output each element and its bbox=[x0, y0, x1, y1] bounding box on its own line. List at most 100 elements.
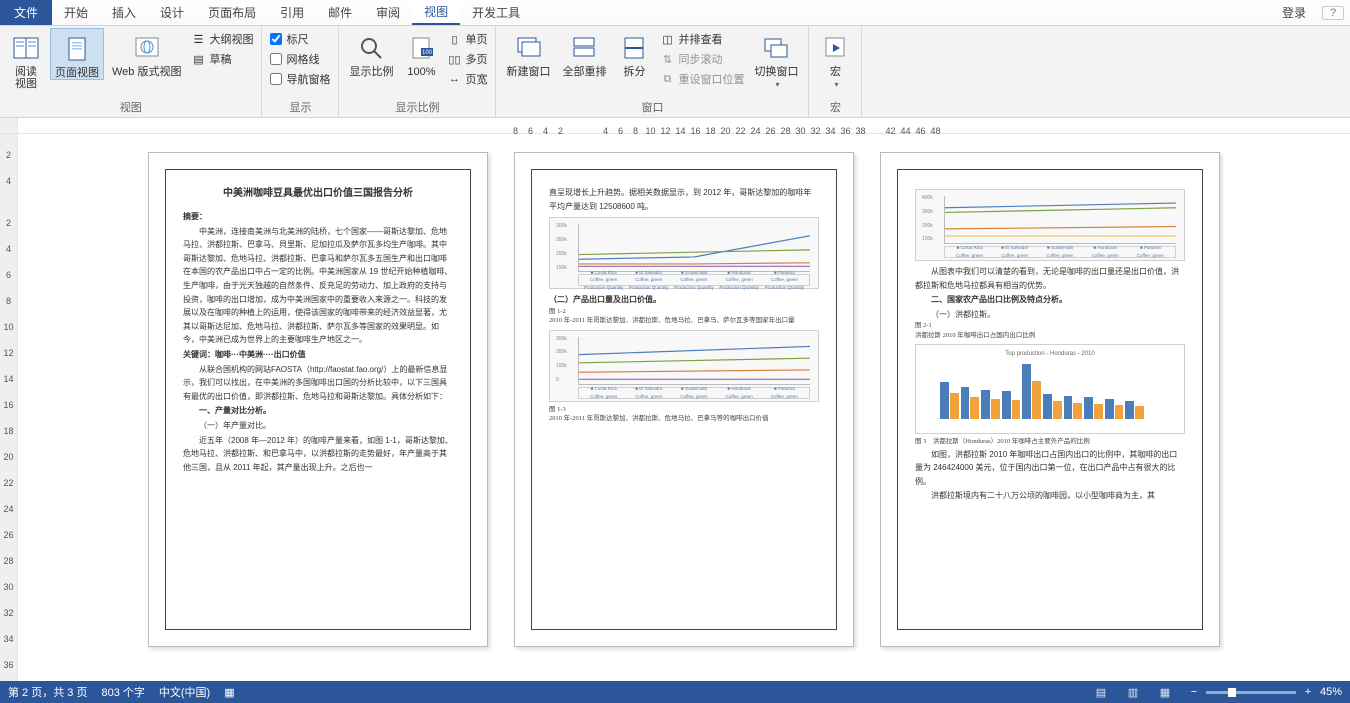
side-by-side-button[interactable]: ◫并排查看 bbox=[658, 30, 746, 48]
ruler-checkbox[interactable]: 标尺 bbox=[268, 30, 332, 48]
keywords: 咖啡···中美洲····出口价值 bbox=[215, 350, 306, 359]
split-button[interactable]: 拆分 bbox=[614, 28, 654, 78]
ruler-horizontal[interactable]: 8642468101214161820222426283032343638424… bbox=[0, 118, 1350, 134]
view-read-icon[interactable]: ▤ bbox=[1092, 685, 1110, 699]
sync-scroll-button[interactable]: ⇅同步滚动 bbox=[658, 50, 746, 68]
zoom-slider[interactable]: − + 45% bbox=[1188, 686, 1342, 698]
cap3a: 图 2-1 bbox=[915, 322, 1185, 330]
view-print-icon[interactable]: ▥ bbox=[1124, 685, 1142, 699]
zoom-100-icon: 100 bbox=[405, 32, 437, 64]
outline-view-button[interactable]: ☰ 大纲视图 bbox=[189, 30, 255, 48]
p1-para2: 从联合国机构的网站FAOSTA（http://faostat.fao.org/）… bbox=[183, 363, 453, 404]
navpane-checkbox[interactable]: 导航窗格 bbox=[268, 70, 332, 88]
status-lang[interactable]: 中文(中国) bbox=[159, 684, 210, 700]
zoom-out-button[interactable]: − bbox=[1188, 686, 1200, 698]
chart-1: 300k250k200k150k ■ Costa RicaCoffee, gre… bbox=[549, 217, 819, 289]
arrange-all-button[interactable]: 全部重排 bbox=[558, 28, 610, 78]
multi-page-button[interactable]: ▯▯多页 bbox=[445, 50, 489, 68]
zoom-value[interactable]: 45% bbox=[1320, 686, 1342, 698]
view-web-icon[interactable]: ▦ bbox=[1156, 685, 1174, 699]
zoom-label: 显示比例 bbox=[349, 66, 393, 78]
sign-in[interactable]: 登录 bbox=[1272, 4, 1316, 21]
page-width-icon: ↔ bbox=[447, 72, 461, 86]
group-views-label: 视图 bbox=[6, 97, 255, 117]
tab-review[interactable]: 审阅 bbox=[364, 0, 412, 25]
tab-view[interactable]: 视图 bbox=[412, 0, 460, 25]
doc-title: 中美洲咖啡豆具最优出口价值三国报告分析 bbox=[183, 185, 453, 202]
reset-pos-icon: ⧉ bbox=[660, 72, 674, 86]
macros-icon bbox=[819, 32, 851, 64]
status-bar: 第 2 页，共 3 页 803 个字 中文(中国) ▦ ▤ ▥ ▦ − + 45… bbox=[0, 681, 1350, 703]
p3-para3: 洪都拉斯境内有二十八万公顷的咖啡园，以小型咖啡商为主，其 bbox=[915, 489, 1185, 503]
gridlines-label: 网格线 bbox=[286, 51, 319, 67]
menu-bar: 文件 开始 插入 设计 页面布局 引用 邮件 审阅 视图 开发工具 登录 ? bbox=[0, 0, 1350, 26]
draft-label: 草稿 bbox=[209, 51, 231, 67]
group-views: 阅读 视图 页面视图 Web 版式视图 ☰ 大纲视图 ▤草稿 视图 bbox=[0, 26, 262, 117]
svg-text:100: 100 bbox=[422, 50, 433, 56]
zoom-100-button[interactable]: 100 100% bbox=[401, 28, 441, 78]
bar-chart-title: Top production - Honduras - 2010 bbox=[920, 349, 1180, 359]
side-by-side-label: 并排查看 bbox=[678, 31, 722, 47]
zoom-100-label: 100% bbox=[407, 66, 435, 78]
page-2: 直呈现增长上升趋势。据相关数据显示，到 2012 年，哥斯达黎加的咖啡年平均产量… bbox=[514, 152, 854, 647]
web-layout-button[interactable]: Web 版式视图 bbox=[108, 28, 185, 78]
p2-para1: 直呈现增长上升趋势。据相关数据显示，到 2012 年，哥斯达黎加的咖啡年平均产量… bbox=[549, 186, 819, 213]
document-canvas[interactable]: 中美洲咖啡豆具最优出口价值三国报告分析 摘要： 中美洲，连接南美洲与北美洲的陆桥… bbox=[18, 134, 1350, 681]
status-macro-icon[interactable]: ▦ bbox=[224, 686, 234, 699]
macros-button[interactable]: 宏▾ bbox=[815, 28, 855, 89]
zoom-track[interactable] bbox=[1206, 691, 1296, 694]
zoom-in-button[interactable]: + bbox=[1302, 686, 1314, 698]
ruler-label: 标尺 bbox=[286, 31, 308, 47]
page-width-button[interactable]: ↔页宽 bbox=[445, 70, 489, 88]
macros-label: 宏 bbox=[830, 66, 841, 78]
new-window-button[interactable]: 新建窗口 bbox=[502, 28, 554, 78]
p3-sec3-1: （一）洪都拉斯。 bbox=[915, 308, 1185, 322]
web-layout-label: Web 版式视图 bbox=[112, 66, 181, 78]
ruler-vertical[interactable]: 2424681012141618202224262830323436384042… bbox=[0, 134, 18, 681]
group-macros-label: 宏 bbox=[815, 97, 855, 117]
cap3b: 洪都拉斯 2010 年咖啡出口占国内出口比例 bbox=[915, 332, 1185, 340]
page-1: 中美洲咖啡豆具最优出口价值三国报告分析 摘要： 中美洲，连接南美洲与北美洲的陆桥… bbox=[148, 152, 488, 647]
keywords-label: 关键词： bbox=[183, 350, 215, 359]
p3-sec3: 二、国家农产品出口比例及特点分析。 bbox=[915, 293, 1185, 307]
ribbon: 阅读 视图 页面视图 Web 版式视图 ☰大纲视图 ▤草稿 视图 标尺 网格线 … bbox=[0, 26, 1350, 118]
read-mode-icon bbox=[10, 32, 42, 64]
multi-page-label: 多页 bbox=[465, 51, 487, 67]
switch-windows-button[interactable]: 切换窗口▾ bbox=[750, 28, 802, 89]
tab-home[interactable]: 开始 bbox=[52, 0, 100, 25]
one-page-button[interactable]: ▯单页 bbox=[445, 30, 489, 48]
web-layout-icon bbox=[131, 32, 163, 64]
navpane-label: 导航窗格 bbox=[286, 71, 330, 87]
outline-icon: ☰ bbox=[191, 32, 205, 46]
status-page[interactable]: 第 2 页，共 3 页 bbox=[8, 684, 87, 700]
outline-label: 大纲视图 bbox=[209, 31, 253, 47]
print-layout-icon bbox=[61, 33, 93, 65]
read-mode-label: 阅读 视图 bbox=[15, 66, 37, 90]
chart-3: 400k300k200k100k ■ Costa RicaCoffee, gre… bbox=[915, 189, 1185, 261]
reset-pos-button[interactable]: ⧉重设窗口位置 bbox=[658, 70, 746, 88]
help-icon[interactable]: ? bbox=[1322, 6, 1344, 20]
ruler-corner bbox=[0, 118, 18, 133]
p1-sec1: 一、产量对比分析。 bbox=[183, 404, 453, 418]
read-mode-button[interactable]: 阅读 视图 bbox=[6, 28, 46, 90]
draft-view-button[interactable]: ▤草稿 bbox=[189, 50, 255, 68]
p3-para2: 如图，洪都拉斯 2010 年咖啡出口占国内出口的比例中，其咖啡的出口量为 246… bbox=[915, 448, 1185, 489]
status-words[interactable]: 803 个字 bbox=[101, 684, 144, 700]
gridlines-checkbox[interactable]: 网格线 bbox=[268, 50, 332, 68]
p2-sec2: （二）产品出口量及出口价值。 bbox=[549, 293, 819, 307]
tab-mailings[interactable]: 邮件 bbox=[316, 0, 364, 25]
cap2a: 图 1-3 bbox=[549, 406, 819, 414]
tab-layout[interactable]: 页面布局 bbox=[196, 0, 268, 25]
zoom-thumb[interactable] bbox=[1228, 688, 1236, 697]
print-layout-button[interactable]: 页面视图 bbox=[50, 28, 104, 80]
p1-sec1-1: （一）年产量对比。 bbox=[183, 419, 453, 433]
chevron-down-icon: ▾ bbox=[834, 80, 838, 89]
tab-references[interactable]: 引用 bbox=[268, 0, 316, 25]
tab-insert[interactable]: 插入 bbox=[100, 0, 148, 25]
one-page-icon: ▯ bbox=[447, 32, 461, 46]
tab-developer[interactable]: 开发工具 bbox=[460, 0, 532, 25]
file-menu[interactable]: 文件 bbox=[0, 0, 52, 25]
split-icon bbox=[618, 32, 650, 64]
zoom-button[interactable]: 显示比例 bbox=[345, 28, 397, 78]
tab-design[interactable]: 设计 bbox=[148, 0, 196, 25]
